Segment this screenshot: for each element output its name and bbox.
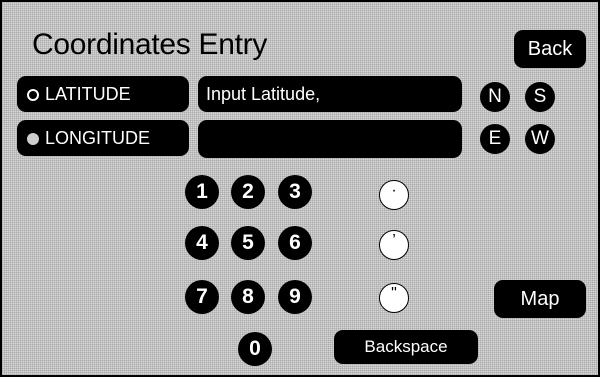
page-title: Coordinates Entry — [32, 28, 268, 61]
latitude-button[interactable]: LATITUDE — [17, 76, 189, 112]
key-7[interactable]: 7 — [185, 280, 219, 314]
east-button[interactable]: E — [480, 124, 510, 154]
key-3[interactable]: 3 — [278, 175, 312, 209]
key-5[interactable]: 5 — [231, 226, 265, 260]
longitude-label: LONGITUDE — [45, 128, 151, 148]
south-button[interactable]: S — [525, 82, 555, 112]
backspace-button[interactable]: Backspace — [334, 330, 478, 364]
key-0[interactable]: 0 — [238, 332, 272, 366]
key-8[interactable]: 8 — [231, 280, 265, 314]
north-button[interactable]: N — [480, 82, 510, 112]
coordinates-entry-screen: Coordinates Entry Back LATITUDE LONGITUD… — [0, 0, 600, 377]
longitude-input[interactable] — [198, 120, 462, 158]
map-button[interactable]: Map — [494, 280, 586, 318]
second-button[interactable]: " — [379, 283, 409, 313]
key-4[interactable]: 4 — [185, 226, 219, 260]
west-button[interactable]: W — [525, 124, 555, 154]
latitude-radio-icon — [27, 89, 39, 101]
latitude-input[interactable]: Input Latitude, — [198, 76, 462, 112]
key-1[interactable]: 1 — [185, 175, 219, 209]
longitude-radio-icon — [27, 133, 39, 145]
longitude-button[interactable]: LONGITUDE — [17, 120, 189, 156]
key-2[interactable]: 2 — [231, 175, 265, 209]
key-6[interactable]: 6 — [278, 226, 312, 260]
degree-button[interactable]: · — [379, 180, 409, 210]
key-9[interactable]: 9 — [278, 280, 312, 314]
back-button[interactable]: Back — [514, 30, 586, 68]
latitude-label: LATITUDE — [45, 84, 131, 104]
minute-button[interactable]: ’ — [379, 230, 409, 260]
